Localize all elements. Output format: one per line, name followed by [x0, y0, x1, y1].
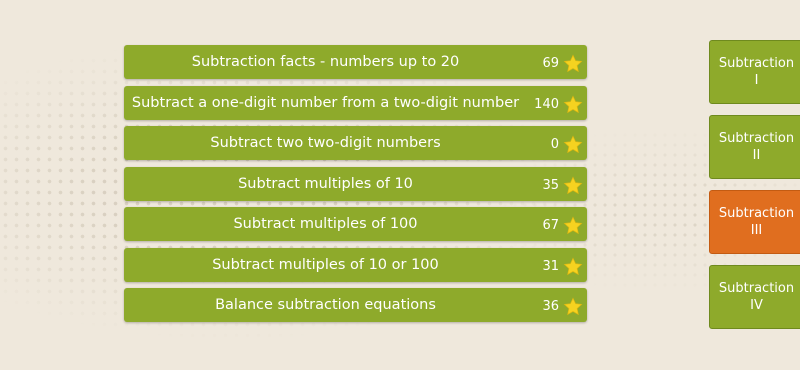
- skill-label: Balance subtraction equations: [215, 297, 436, 313]
- star-icon: [563, 175, 583, 194]
- level-button-subtraction-3[interactable]: Subtraction III: [709, 190, 800, 254]
- skill-label: Subtract multiples of 100: [233, 216, 418, 232]
- star-icon: [563, 297, 583, 316]
- star-icon: [563, 256, 583, 275]
- skill-label: Subtract multiples of 10 or 100: [212, 256, 439, 273]
- skill-row[interactable]: Subtract multiples of 100 67: [124, 207, 587, 241]
- skill-score: 36: [542, 299, 559, 314]
- level-button-title: Subtraction: [718, 56, 795, 71]
- skill-row[interactable]: Subtract multiples of 10 or 100 31: [124, 247, 587, 282]
- skill-list: Subtraction facts - numbers up to 20 69 …: [124, 45, 587, 329]
- star-icon: [563, 54, 583, 73]
- skill-row[interactable]: Balance subtraction equations 36: [124, 288, 587, 322]
- level-button-subtraction-1[interactable]: Subtraction I: [709, 40, 800, 104]
- level-button-numeral: III: [750, 223, 763, 238]
- level-button-title: Subtraction: [718, 206, 795, 221]
- level-button-title: Subtraction: [718, 131, 795, 146]
- level-button-subtraction-4[interactable]: Subtraction IV: [709, 265, 800, 329]
- level-button-subtraction-2[interactable]: Subtraction II: [709, 115, 800, 179]
- skill-label: Subtraction facts - numbers up to 20: [191, 54, 460, 70]
- star-icon: [563, 135, 583, 154]
- skill-label: Subtract two two-digit numbers: [210, 135, 441, 151]
- skill-score: 31: [542, 258, 559, 274]
- skill-row[interactable]: Subtract two two-digit numbers 0: [124, 126, 587, 160]
- skill-score: 0: [550, 137, 559, 152]
- level-button-numeral: I: [754, 73, 759, 88]
- skill-row[interactable]: Subtract multiples of 10 35: [124, 166, 587, 201]
- skill-row[interactable]: Subtraction facts - numbers up to 20 69: [124, 45, 587, 79]
- skill-row[interactable]: Subtract a one-digit number from a two-d…: [124, 85, 587, 120]
- skill-label: Subtract multiples of 10: [238, 175, 413, 192]
- star-icon: [563, 94, 583, 113]
- skill-score: 67: [542, 218, 559, 233]
- skill-label: Subtract a one-digit number from a two-d…: [131, 94, 520, 111]
- skill-score: 140: [534, 96, 559, 112]
- level-button-numeral: IV: [750, 298, 763, 313]
- skill-score: 69: [542, 56, 559, 71]
- level-button-title: Subtraction: [718, 281, 795, 296]
- star-icon: [563, 216, 583, 235]
- skill-score: 35: [542, 177, 559, 193]
- level-button-numeral: II: [752, 148, 761, 163]
- level-nav: Subtraction I Subtraction II Subtraction II…: [709, 40, 800, 340]
